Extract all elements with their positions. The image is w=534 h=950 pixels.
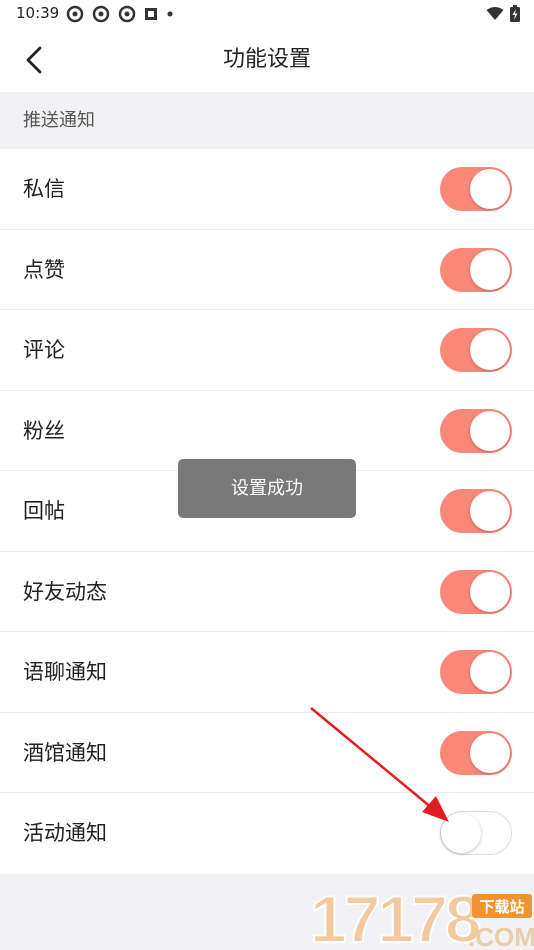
setting-toggle[interactable] bbox=[440, 328, 512, 372]
toggle-knob bbox=[470, 732, 510, 773]
app-notification-icon bbox=[92, 5, 110, 23]
text-notification-icon bbox=[145, 8, 157, 20]
setting-row: 好友动态 bbox=[0, 552, 534, 632]
back-button[interactable] bbox=[14, 40, 54, 80]
setting-toggle[interactable] bbox=[440, 489, 512, 533]
notification-icons bbox=[66, 5, 182, 23]
setting-label: 评论 bbox=[23, 338, 65, 362]
setting-label: 回帖 bbox=[23, 499, 65, 523]
setting-label: 活动通知 bbox=[23, 821, 107, 845]
setting-label: 好友动态 bbox=[23, 579, 107, 604]
setting-label: 语聊通知 bbox=[23, 660, 107, 684]
app-notification-icon bbox=[66, 5, 84, 23]
setting-label: 粉丝 bbox=[23, 418, 65, 443]
page-title: 功能设置 bbox=[222, 47, 311, 72]
setting-label: 私信 bbox=[23, 177, 65, 201]
section-title: 推送通知 bbox=[23, 110, 95, 131]
toggle-knob bbox=[470, 491, 510, 531]
toggle-knob bbox=[470, 571, 510, 612]
chevron-left-icon bbox=[26, 46, 42, 74]
toggle-knob bbox=[441, 812, 481, 853]
setting-toggle[interactable] bbox=[440, 811, 512, 855]
setting-label: 酒馆通知 bbox=[23, 740, 107, 765]
setting-toggle[interactable] bbox=[440, 569, 512, 614]
setting-label: 点赞 bbox=[23, 257, 65, 282]
battery-icon bbox=[510, 5, 520, 22]
setting-row: 评论 bbox=[0, 310, 534, 391]
watermark-domain: .COM bbox=[468, 922, 534, 950]
app-notification-icon bbox=[118, 5, 136, 23]
setting-toggle[interactable] bbox=[440, 650, 512, 694]
setting-row: 私信 bbox=[0, 149, 534, 230]
setting-row: 酒馆通知 bbox=[0, 713, 534, 793]
toast-message: 设置成功 bbox=[178, 459, 356, 518]
toggle-knob bbox=[470, 249, 510, 290]
watermark-tag: 下载站 bbox=[479, 898, 524, 916]
toggle-knob bbox=[470, 410, 510, 451]
setting-row: 活动通知 bbox=[0, 793, 534, 874]
wifi-icon bbox=[486, 6, 504, 20]
setting-toggle[interactable] bbox=[440, 247, 512, 292]
more-notifications-icon bbox=[167, 11, 173, 17]
setting-toggle[interactable] bbox=[440, 408, 512, 453]
status-bar: 10:39 bbox=[0, 0, 534, 28]
system-icons bbox=[480, 5, 520, 22]
toggle-knob bbox=[470, 169, 510, 209]
setting-row: 点赞 bbox=[0, 230, 534, 310]
section-header: 推送通知 bbox=[0, 92, 534, 149]
status-time: 10:39 bbox=[16, 4, 60, 22]
setting-toggle[interactable] bbox=[440, 167, 512, 211]
watermark-number: 17178 bbox=[310, 882, 480, 950]
top-bar: 功能设置 bbox=[0, 28, 534, 92]
setting-toggle[interactable] bbox=[440, 730, 512, 775]
toggle-knob bbox=[470, 330, 510, 370]
site-watermark: 17178 下载站 .COM bbox=[310, 881, 534, 950]
toggle-knob bbox=[470, 652, 510, 692]
setting-row: 语聊通知 bbox=[0, 632, 534, 713]
